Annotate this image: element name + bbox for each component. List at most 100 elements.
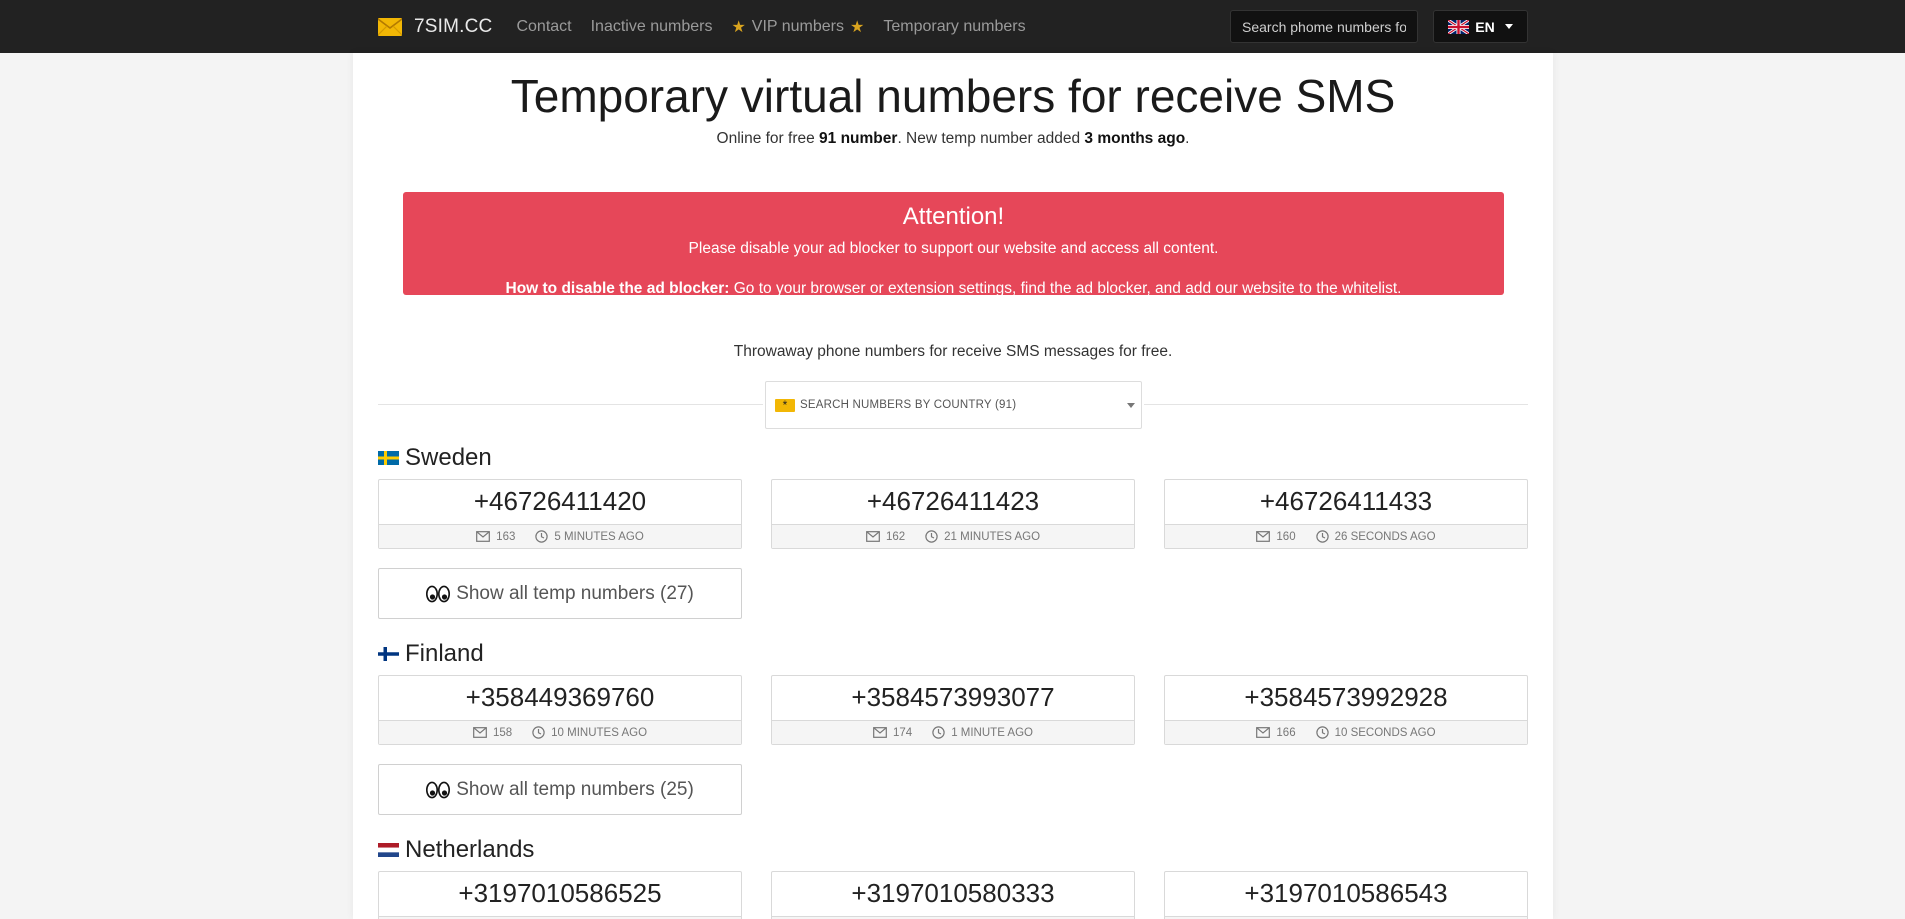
phone-number: +3197010586525 <box>458 878 662 908</box>
show-all-label: Show all temp numbers (27) <box>456 582 694 604</box>
phone-number: +46726411423 <box>866 486 1040 516</box>
chevron-down-icon <box>1504 24 1513 29</box>
divider-right <box>1144 404 1528 405</box>
country-search-select[interactable]: * SEARCH NUMBERS BY COUNTRY (91) <box>765 381 1142 429</box>
alert-text: Please disable your ad blocker to suppor… <box>688 240 1219 257</box>
clock-icon <box>925 530 938 543</box>
last-message-time: 1 MINUTE AGO <box>951 726 1033 739</box>
country-select-label: SEARCH NUMBERS BY COUNTRY (91) <box>800 399 1017 411</box>
envelope-icon <box>866 531 880 542</box>
phone-number: +3584573992928 <box>1244 682 1448 712</box>
clock-icon <box>535 530 549 543</box>
phone-number: +46726411420 <box>473 486 647 516</box>
message-count: 174 <box>893 726 913 739</box>
show-all-numbers-button[interactable]: Show all temp numbers (25) <box>378 764 742 815</box>
number-card[interactable]: +46726411420 163 5 MINUTES AGO <box>378 479 742 549</box>
alert-howto: How to disable the ad blocker: Go to you… <box>403 280 1504 298</box>
phone-number: +3197010580333 <box>851 878 1055 908</box>
vip-label: VIP numbers <box>751 17 844 35</box>
message-count: 162 <box>885 530 906 543</box>
brand-link[interactable]: 7SIM.CC <box>378 16 492 38</box>
finland-flag-icon <box>378 647 399 661</box>
envelope-icon <box>476 531 491 542</box>
summary-prefix: Online for free <box>716 130 820 147</box>
number-card[interactable]: +3584573993077 174 1 MINUTE AGO <box>771 675 1135 745</box>
tagline: Throwaway phone numbers for receive SMS … <box>733 343 1173 360</box>
number-meta: 166 10 SECONDS AGO <box>1165 720 1527 744</box>
number-meta: 162 21 MINUTES AGO <box>772 524 1134 548</box>
envelope-icon <box>473 727 487 738</box>
page-title: Temporary virtual numbers for receive SM… <box>510 70 1396 122</box>
message-count: 166 <box>1276 726 1296 739</box>
country-name: Sweden <box>405 444 492 471</box>
envelope-icon <box>1256 727 1271 738</box>
clock-icon <box>1315 530 1329 543</box>
chevron-down-icon <box>1127 403 1135 408</box>
number-card[interactable]: +46726411433 160 26 SECONDS AGO <box>1164 479 1528 549</box>
number-meta: 160 26 SECONDS AGO <box>1165 524 1527 548</box>
number-card[interactable]: +358449369760 158 10 MINUTES AGO <box>378 675 742 745</box>
adblock-alert: Attention! Please disable your ad blocke… <box>403 192 1504 298</box>
message-count: 163 <box>496 530 516 543</box>
star-icon: ★ <box>731 18 746 36</box>
phone-number: +46726411433 <box>1259 486 1433 516</box>
eyes-icon <box>426 585 451 602</box>
eyes-icon <box>426 781 451 798</box>
last-message-time: 10 MINUTES AGO <box>551 726 648 739</box>
alert-howto-text: Go to your browser or extension settings… <box>729 280 1402 297</box>
summary-time: 3 months ago <box>1084 130 1186 147</box>
divider-left <box>378 404 763 405</box>
summary-count: 91 number <box>819 130 898 147</box>
sweden-flag-icon <box>378 451 399 465</box>
navbar-inner: 7SIM.CC Contact Inactive numbers ★ VIP n… <box>378 0 1528 53</box>
language-label: EN <box>1475 18 1495 35</box>
clock-icon <box>532 726 545 739</box>
nav-vip-numbers-link[interactable]: ★ VIP numbers ★ <box>731 17 864 37</box>
last-message-time: 26 SECONDS AGO <box>1334 530 1436 543</box>
envelope-logo-icon <box>378 17 402 36</box>
phone-number: +358449369760 <box>465 682 655 712</box>
phone-search-input[interactable] <box>1230 10 1418 43</box>
country-heading-finland[interactable]: Finland <box>378 640 484 668</box>
message-count: 160 <box>1276 530 1296 543</box>
number-meta: 158 10 MINUTES AGO <box>379 720 741 744</box>
last-message-time: 10 SECONDS AGO <box>1334 726 1436 739</box>
number-card[interactable]: +46726411423 162 21 MINUTES AGO <box>771 479 1135 549</box>
country-heading-sweden[interactable]: Sweden <box>378 444 492 472</box>
show-all-numbers-button[interactable]: Show all temp numbers (27) <box>378 568 742 619</box>
number-card[interactable]: +3197010580333 <box>771 871 1135 919</box>
top-navbar: 7SIM.CC Contact Inactive numbers ★ VIP n… <box>0 0 1905 53</box>
last-message-time: 5 MINUTES AGO <box>554 530 644 543</box>
nav-temporary-numbers-link[interactable]: Temporary numbers <box>883 18 1025 36</box>
main-container: Temporary virtual numbers for receive SM… <box>353 53 1553 919</box>
nav-contact-link[interactable]: Contact <box>516 18 571 36</box>
number-card[interactable]: +3197010586525 <box>378 871 742 919</box>
clock-icon <box>932 726 945 739</box>
star-icon: ★ <box>850 18 865 36</box>
phone-number: +3584573993077 <box>851 682 1055 712</box>
last-message-time: 21 MINUTES AGO <box>944 530 1041 543</box>
country-name: Netherlands <box>405 836 535 863</box>
envelope-icon <box>1256 531 1271 542</box>
number-meta: 174 1 MINUTE AGO <box>772 720 1134 744</box>
summary-end: . <box>1185 130 1190 147</box>
show-all-label: Show all temp numbers (25) <box>456 778 694 800</box>
brand-name: 7SIM.CC <box>414 15 493 37</box>
netherlands-flag-icon <box>378 843 399 857</box>
clock-icon <box>1315 726 1329 739</box>
alert-howto-label: How to disable the ad blocker: <box>505 280 730 297</box>
number-meta: 163 5 MINUTES AGO <box>379 524 741 548</box>
number-card[interactable]: +3197010586543 <box>1164 871 1528 919</box>
nav-inactive-numbers-link[interactable]: Inactive numbers <box>591 18 713 36</box>
language-dropdown[interactable]: EN <box>1433 10 1528 43</box>
summary-mid: . New temp number added <box>897 130 1085 147</box>
message-count: 158 <box>492 726 513 739</box>
country-name: Finland <box>405 640 484 667</box>
number-card[interactable]: +3584573992928 166 10 SECONDS AGO <box>1164 675 1528 745</box>
country-heading-netherlands[interactable]: Netherlands <box>378 836 534 864</box>
uk-flag-icon <box>1448 19 1470 34</box>
phone-number: +3197010586543 <box>1244 878 1448 908</box>
envelope-icon <box>873 727 887 738</box>
asterisk-flag-icon: * <box>775 398 795 412</box>
alert-title: Attention! <box>902 203 1005 230</box>
